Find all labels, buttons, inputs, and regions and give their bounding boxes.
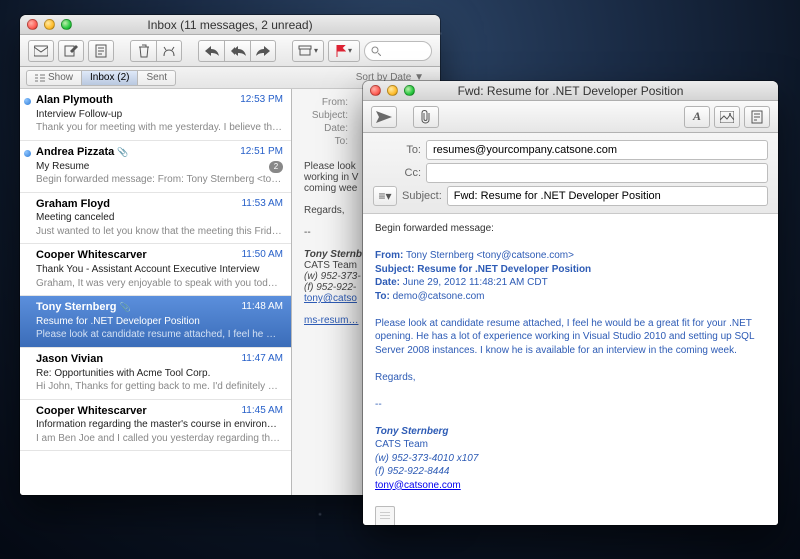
note-button[interactable] <box>88 40 114 62</box>
delete-junk-group <box>130 40 182 62</box>
to-row: To: <box>373 140 768 160</box>
tab-show[interactable]: Show <box>26 70 81 86</box>
message-item[interactable]: Jason Vivian11:47 AMRe: Opportunities wi… <box>20 348 291 400</box>
tab-inbox[interactable]: Inbox (2) <box>81 70 138 86</box>
subject-label: Subject: <box>402 190 442 202</box>
close-button[interactable] <box>370 85 381 96</box>
forward-button[interactable] <box>250 40 276 62</box>
flag-button[interactable]: ▾ <box>328 40 360 62</box>
move-button[interactable]: ▾ <box>292 40 324 62</box>
photo-browser-button[interactable] <box>714 106 740 128</box>
attachment-icon: 📎 <box>117 147 128 157</box>
file-icon <box>375 506 395 526</box>
compose-window: Fwd: Resume for .NET Developer Position … <box>363 81 778 525</box>
inbox-titlebar: Inbox (11 messages, 2 unread) <box>20 15 440 35</box>
message-item[interactable]: Cooper Whitescarver11:50 AMThank You - A… <box>20 244 291 296</box>
junk-button[interactable] <box>156 40 182 62</box>
compose-titlebar: Fwd: Resume for .NET Developer Position <box>363 81 778 101</box>
stationery-button[interactable] <box>744 106 770 128</box>
delete-button[interactable] <box>130 40 156 62</box>
message-item[interactable]: Graham Floyd11:53 AMMeeting canceledJust… <box>20 193 291 245</box>
reply-group <box>198 40 276 62</box>
message-list[interactable]: Alan Plymouth12:53 PMInterview Follow-up… <box>20 89 292 495</box>
window-controls <box>370 85 415 96</box>
attachment-icon: 📎 <box>119 302 130 312</box>
minimize-button[interactable] <box>387 85 398 96</box>
zoom-button[interactable] <box>61 19 72 30</box>
cc-label: Cc: <box>373 167 421 179</box>
fonts-button[interactable]: A <box>684 106 710 128</box>
window-controls <box>27 19 72 30</box>
compose-body[interactable]: Begin forwarded message: From: Tony Ster… <box>363 214 778 525</box>
send-button[interactable] <box>371 106 397 128</box>
search-icon <box>371 46 381 56</box>
search-field[interactable] <box>364 41 432 61</box>
reply-button[interactable] <box>198 40 224 62</box>
zoom-button[interactable] <box>404 85 415 96</box>
compose-toolbar: A <box>363 101 778 133</box>
reply-all-button[interactable] <box>224 40 250 62</box>
close-button[interactable] <box>27 19 38 30</box>
message-item[interactable]: Andrea Pizzata📎12:51 PMMy Resume2Begin f… <box>20 141 291 193</box>
attachment[interactable]: ms-resume…ent.txt (3 KB) <box>375 506 766 526</box>
message-item[interactable]: Cooper Whitescarver11:45 AMInformation r… <box>20 400 291 452</box>
cc-field[interactable] <box>426 163 768 183</box>
message-item[interactable]: Tony Sternberg📎11:48 AMResume for .NET D… <box>20 296 291 348</box>
attach-button[interactable] <box>413 106 439 128</box>
minimize-button[interactable] <box>44 19 55 30</box>
compose-button[interactable] <box>58 40 84 62</box>
compose-header: To: Cc: ≡▾ Subject: <box>363 133 778 214</box>
message-item[interactable]: Alan Plymouth12:53 PMInterview Follow-up… <box>20 89 291 141</box>
tab-sent[interactable]: Sent <box>138 70 176 86</box>
subject-field[interactable] <box>447 186 768 206</box>
inbox-title: Inbox (11 messages, 2 unread) <box>147 18 312 32</box>
to-label: To: <box>373 144 421 156</box>
cc-row: Cc: <box>373 163 768 183</box>
sig-email-link[interactable]: tony@catsone.com <box>375 480 461 491</box>
to-field[interactable] <box>426 140 768 160</box>
get-mail-button[interactable] <box>28 40 54 62</box>
inbox-toolbar: ▾ ▾ <box>20 35 440 67</box>
header-options-button[interactable]: ≡▾ <box>373 186 397 206</box>
thread-badge: 2 <box>269 161 283 173</box>
subject-row: ≡▾ Subject: <box>373 186 768 206</box>
compose-title: Fwd: Resume for .NET Developer Position <box>458 84 684 98</box>
